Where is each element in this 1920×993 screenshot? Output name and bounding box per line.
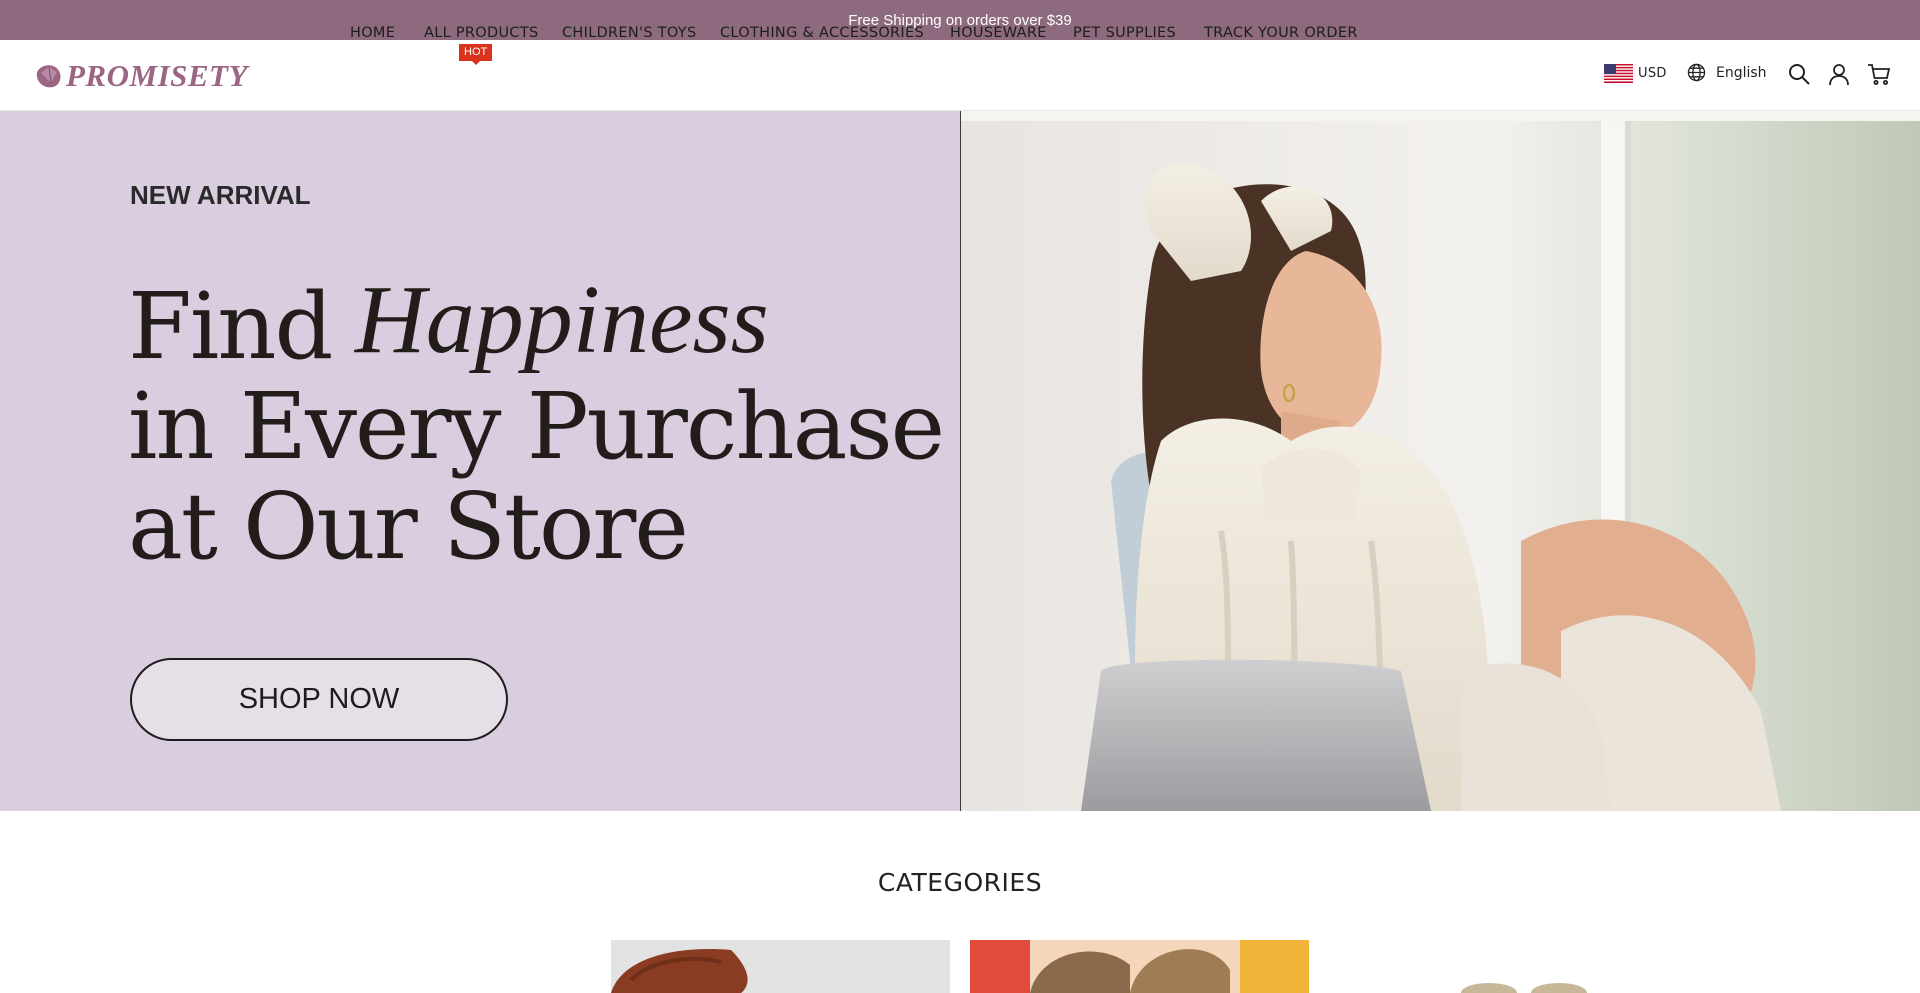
us-flag-icon <box>1604 64 1633 83</box>
brand-name: PROMISETY <box>66 58 248 93</box>
globe-icon <box>1687 63 1706 82</box>
hero-headline-line2: in Every Purchase <box>128 373 945 480</box>
hero-image <box>960 111 1920 811</box>
currency-selector[interactable]: USD <box>1604 64 1667 83</box>
hero-photo-woman-in-sweater <box>961 111 1920 811</box>
language-selector[interactable]: English <box>1687 63 1767 82</box>
nav-item-clothing-accessories[interactable]: CLOTHING & ACCESSORIES <box>720 25 924 41</box>
cart-icon[interactable] <box>1867 62 1891 86</box>
category-image-jars <box>1329 940 1668 993</box>
nav-item-pet-supplies[interactable]: PET SUPPLIES <box>1073 25 1176 41</box>
nav-item-home[interactable]: HOME <box>350 25 395 41</box>
hero-script-word: Happiness <box>355 266 769 374</box>
shop-now-button[interactable]: SHOP NOW <box>130 658 508 741</box>
hero-text-panel: NEW ARRIVAL Find Happiness in Every Purc… <box>0 111 960 811</box>
hero-banner: NEW ARRIVAL Find Happiness in Every Purc… <box>0 111 1920 811</box>
category-card-houseware[interactable] <box>1329 940 1668 993</box>
account-icon[interactable] <box>1827 62 1851 86</box>
brand-logo[interactable]: PROMISETY <box>33 58 288 93</box>
category-card-toys[interactable] <box>970 940 1309 993</box>
language-label: English <box>1716 64 1767 81</box>
hot-badge: HOT <box>459 44 493 65</box>
search-icon[interactable] <box>1787 62 1811 86</box>
nav-item-childrens-toys[interactable]: CHILDREN'S TOYS <box>562 25 696 41</box>
nav-item-all-products[interactable]: ALL PRODUCTS <box>424 25 538 41</box>
category-image-children <box>970 940 1309 993</box>
category-image-knit-hat <box>611 940 950 993</box>
hero-headline-line1: Find <box>128 273 333 380</box>
category-card-hats[interactable] <box>611 940 950 993</box>
categories-title: CATEGORIES <box>877 868 1043 897</box>
currency-label: USD <box>1638 66 1667 81</box>
logo-gem-icon <box>36 65 61 88</box>
nav-item-houseware[interactable]: HOUSEWARE <box>950 25 1047 41</box>
hero-headline-line3: at Our Store <box>128 473 689 580</box>
nav-item-track-order[interactable]: TRACK YOUR ORDER <box>1204 25 1358 41</box>
hero-eyebrow: NEW ARRIVAL <box>130 180 311 210</box>
